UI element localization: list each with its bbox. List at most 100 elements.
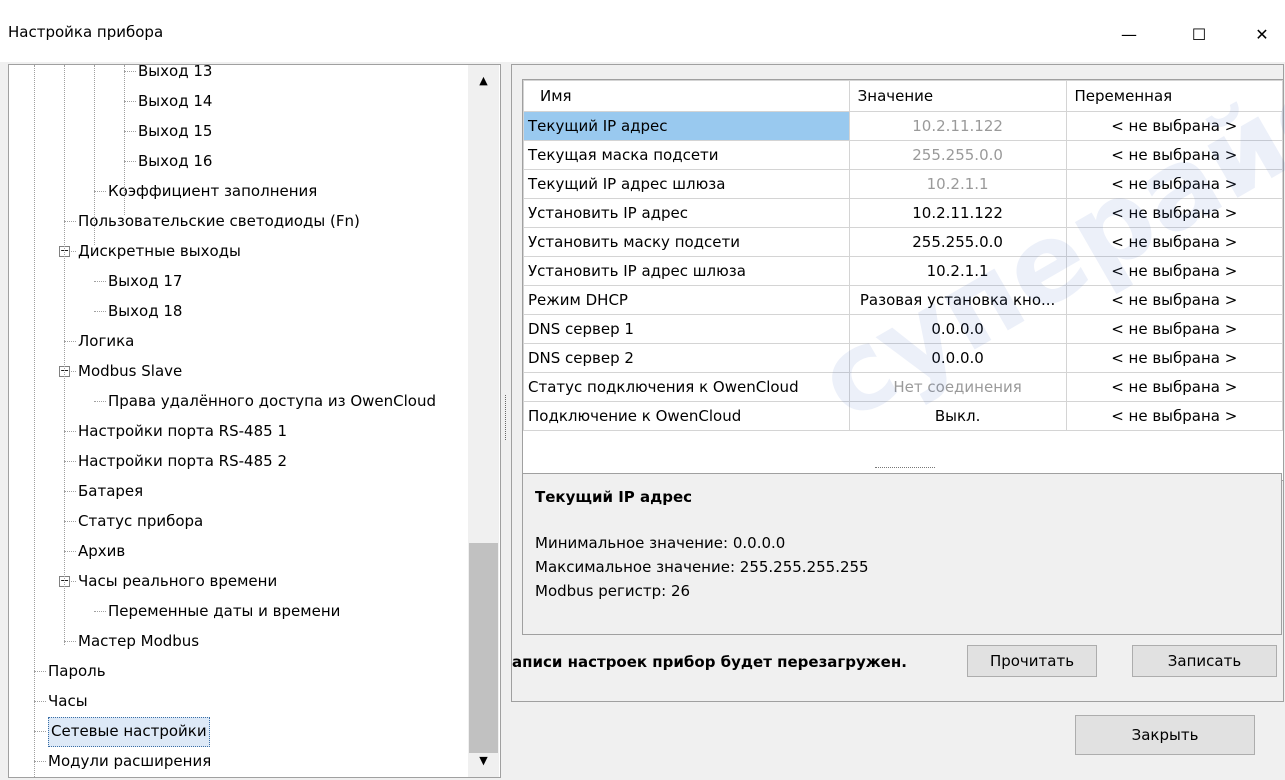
column-header-value[interactable]: Значение [848,80,1067,112]
tree-connector [124,71,136,72]
property-value[interactable]: 0.0.0.0 [848,314,1067,344]
tree-guide-line [64,65,65,645]
column-header-name[interactable]: Имя [523,80,850,112]
tree-connector [94,191,106,192]
tree-item-selected[interactable]: Сетевые настройки [48,717,210,747]
tree-item[interactable]: Права удалённого доступа из OwenCloud [108,387,436,415]
property-row[interactable]: Подключение к OwenCloud Выкл. < не выбрана… [523,401,1283,431]
property-value[interactable]: 10.2.11.122 [848,111,1067,141]
minimize-button[interactable]: — [1107,14,1151,54]
description-max: Максимальное значение: 255.255.255.255 [535,558,869,576]
property-name[interactable]: Текущий IP адрес шлюза [523,169,850,199]
property-variable[interactable]: < не выбрана > [1065,169,1283,199]
property-row[interactable]: Текущий IP адрес 10.2.11.122 < не выбрана … [523,111,1283,141]
property-name[interactable]: Установить IP адрес шлюза [523,256,850,286]
property-name[interactable]: Режим DHCP [523,285,850,315]
grid-splitter[interactable] [875,467,935,472]
property-value[interactable]: 10.2.11.122 [848,198,1067,228]
tree-item[interactable]: Коэффициент заполнения [108,177,317,205]
tree-item[interactable]: Настройки порта RS-485 1 [78,417,287,445]
window-title: Настройка прибора [8,23,164,41]
maximize-button[interactable]: ☐ [1177,14,1221,54]
tree-guide-line [34,65,35,777]
property-name[interactable]: Установить IP адрес [523,198,850,228]
property-variable[interactable]: < не выбрана > [1065,372,1283,402]
property-name[interactable]: Статус подключения к OwenCloud [523,372,850,402]
property-variable[interactable]: < не выбрана > [1065,343,1283,373]
write-button[interactable]: Записать [1132,645,1277,677]
tree-item[interactable]: Выход 15 [138,117,212,145]
settings-tree[interactable]: Выход 13 Выход 14 Выход 15 Выход 16 Коэффици… [8,64,501,778]
tree-item[interactable]: Выход 13 [138,65,212,85]
tree-item[interactable]: Часы [48,687,88,715]
property-row[interactable]: Установить IP адрес шлюза 10.2.1.1 < не вы… [523,256,1283,286]
property-value[interactable]: 255.255.0.0 [848,140,1067,170]
tree-connector [64,341,76,342]
tree-item[interactable]: Логика [78,327,134,355]
tree-connector [64,491,76,492]
column-header-variable[interactable]: Переменная [1065,80,1283,112]
tree-item[interactable]: Переменные даты и времени [108,597,340,625]
tree-connector [34,701,46,702]
property-value[interactable]: Выкл. [848,401,1067,431]
tree-item[interactable]: Выход 18 [108,297,182,325]
tree-item[interactable]: Настройки порта RS-485 2 [78,447,287,475]
tree-item[interactable]: Мастер Modbus [78,627,199,655]
tree-item[interactable]: Пароль [48,657,106,685]
tree-item[interactable]: Дискретные выходы [78,237,241,265]
description-register: Modbus регистр: 26 [535,582,691,600]
property-row[interactable]: Установить маску подсети 255.255.0.0 < не … [523,227,1283,257]
tree-item[interactable]: Часы реального времени [78,567,277,595]
property-variable[interactable]: < не выбрана > [1065,111,1283,141]
tree-scrollbar[interactable]: ▲ ▼ [468,65,499,777]
property-variable[interactable]: < не выбрана > [1065,140,1283,170]
tree-item[interactable]: Выход 14 [138,87,212,115]
property-variable[interactable]: < не выбрана > [1065,198,1283,228]
property-value[interactable]: 0.0.0.0 [848,343,1067,373]
tree-item[interactable]: Архив [78,537,125,565]
property-row[interactable]: DNS сервер 1 0.0.0.0 < не выбрана > [523,314,1283,344]
property-value[interactable]: 10.2.1.1 [848,169,1067,199]
property-row[interactable]: Режим DHCP Разовая установка кно... < не в… [523,285,1283,315]
property-row[interactable]: Текущий IP адрес шлюза 10.2.1.1 < не выбра… [523,169,1283,199]
tree-item[interactable]: Статус прибора [78,507,203,535]
reboot-note: аписи настроек прибор будет перезагружен… [512,653,907,671]
tree-item[interactable]: Батарея [78,477,143,505]
property-variable[interactable]: < не выбрана > [1065,227,1283,257]
property-variable[interactable]: < не выбрана > [1065,401,1283,431]
panel-splitter[interactable] [505,395,509,440]
property-name[interactable]: Подключение к OwenCloud [523,401,850,431]
close-button[interactable]: Закрыть [1075,715,1255,755]
tree-connector [34,761,46,762]
property-name[interactable]: Текущая маска подсети [523,140,850,170]
property-row[interactable]: DNS сервер 2 0.0.0.0 < не выбрана > [523,343,1283,373]
property-name[interactable]: Установить маску подсети [523,227,850,257]
tree-item[interactable]: Выход 16 [138,147,212,175]
tree-item[interactable]: Пользовательские светодиоды (Fn) [78,207,360,235]
tree-item[interactable]: Выход 17 [108,267,182,295]
scroll-down-arrow-icon[interactable]: ▼ [468,749,499,773]
property-variable[interactable]: < не выбрана > [1065,314,1283,344]
scrollbar-thumb[interactable] [469,543,498,753]
tree-connector [64,461,76,462]
property-variable[interactable]: < не выбрана > [1065,285,1283,315]
property-name[interactable]: DNS сервер 2 [523,343,850,373]
property-row[interactable]: Текущая маска подсети 255.255.0.0 < не выб… [523,140,1283,170]
tree-item[interactable]: Модули расширения [48,747,211,775]
property-row[interactable]: Установить IP адрес 10.2.11.122 < не выбра… [523,198,1283,228]
tree-connector [34,731,46,732]
tree-connector [94,281,106,282]
property-name[interactable]: Текущий IP адрес [523,111,850,141]
read-button[interactable]: Прочитать [967,645,1097,677]
property-value[interactable]: 10.2.1.1 [848,256,1067,286]
property-variable[interactable]: < не выбрана > [1065,256,1283,286]
property-value[interactable]: Нет соединения [848,372,1067,402]
property-value[interactable]: Разовая установка кно... [848,285,1067,315]
property-name[interactable]: DNS сервер 1 [523,314,850,344]
property-value[interactable]: 255.255.0.0 [848,227,1067,257]
close-window-button[interactable]: ✕ [1240,14,1284,54]
tree-item[interactable]: Modbus Slave [78,357,182,385]
tree-connector [64,431,76,432]
scroll-up-arrow-icon[interactable]: ▲ [468,69,499,93]
property-row[interactable]: Статус подключения к OwenCloud Нет соедин… [523,372,1283,402]
